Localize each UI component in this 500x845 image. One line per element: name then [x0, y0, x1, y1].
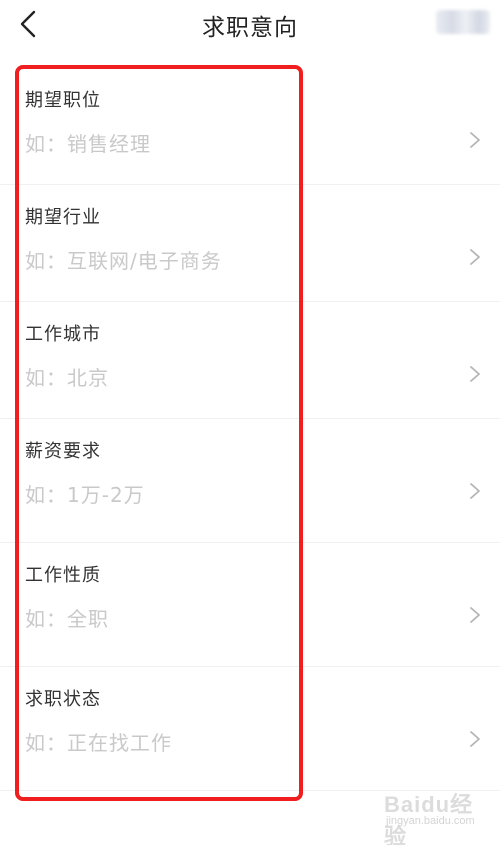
chevron-right-icon: [470, 249, 480, 265]
form-row-work-type[interactable]: 工作性质 如：全职: [0, 543, 500, 667]
field-label: 工作城市: [25, 324, 101, 345]
form-row-desired-position[interactable]: 期望职位 如：销售经理: [0, 68, 500, 185]
chevron-right-icon: [470, 731, 480, 747]
form-row-salary[interactable]: 薪资要求 如：1万-2万: [0, 419, 500, 543]
field-placeholder: 如：互联网/电子商务: [25, 249, 222, 273]
chevron-right-icon: [470, 607, 480, 623]
field-placeholder: 如：北京: [25, 366, 109, 390]
page-title: 求职意向: [202, 15, 298, 41]
field-label: 期望职位: [25, 90, 101, 111]
field-placeholder: 如：销售经理: [25, 132, 151, 156]
nav-bar: 求职意向: [0, 0, 500, 50]
job-intention-page: 求职意向 期望职位 如：销售经理 期望行业 如：互联网/电子商务 工作城市 如：…: [0, 0, 500, 845]
watermark-url: jingyan.baidu.com: [386, 815, 475, 827]
field-placeholder: 如：全职: [25, 607, 109, 631]
form-row-desired-industry[interactable]: 期望行业 如：互联网/电子商务: [0, 185, 500, 302]
form-row-job-status[interactable]: 求职状态 如：正在找工作: [0, 667, 500, 791]
field-label: 期望行业: [25, 207, 101, 228]
form-row-work-city[interactable]: 工作城市 如：北京: [0, 302, 500, 419]
field-placeholder: 如：1万-2万: [25, 483, 145, 507]
chevron-right-icon: [470, 132, 480, 148]
blurred-avatar[interactable]: [436, 10, 490, 34]
chevron-right-icon: [470, 366, 480, 382]
chevron-right-icon: [470, 483, 480, 499]
field-label: 薪资要求: [25, 441, 101, 462]
field-label: 求职状态: [25, 689, 101, 710]
baidu-jingyan-watermark: Baidu经验 jingyan.baidu.com: [380, 787, 480, 845]
field-placeholder: 如：正在找工作: [25, 731, 172, 755]
form-list: 期望职位 如：销售经理 期望行业 如：互联网/电子商务 工作城市 如：北京 薪资…: [0, 68, 500, 791]
field-label: 工作性质: [25, 565, 101, 586]
